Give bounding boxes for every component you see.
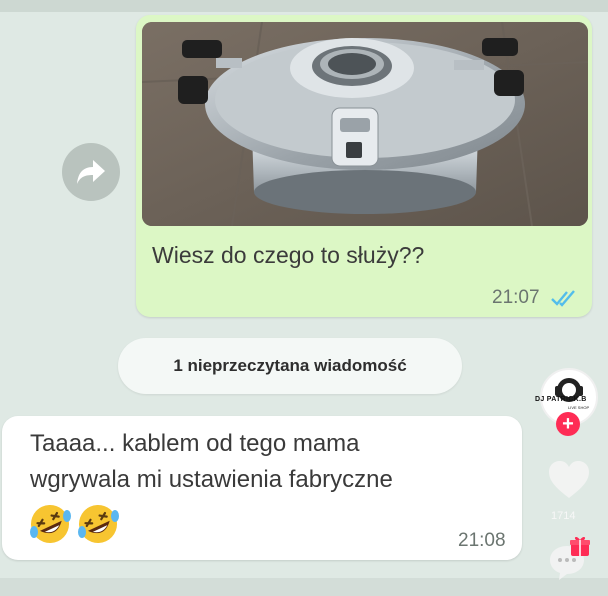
like-count: 1714 bbox=[551, 510, 576, 522]
incoming-message-line-1: Taaaa... kablem od tego mama bbox=[30, 430, 360, 457]
incoming-timestamp: 21:08 bbox=[458, 530, 506, 551]
profile-subtitle: LIVE SHOP bbox=[568, 405, 590, 410]
rolling-on-floor-laughing-icon bbox=[78, 505, 120, 543]
follow-button[interactable]: + bbox=[556, 412, 580, 436]
forward-button[interactable] bbox=[62, 143, 120, 201]
incoming-message-line-2: wgrywala mi ustawienia fabryczne bbox=[30, 466, 393, 493]
unread-messages-banner: 1 nieprzeczytana wiadomość bbox=[118, 338, 462, 394]
top-edge bbox=[0, 0, 608, 12]
double-check-icon bbox=[551, 290, 575, 307]
message-photo[interactable] bbox=[142, 22, 588, 226]
rolling-on-floor-laughing-icon bbox=[30, 505, 71, 543]
forward-arrow-icon bbox=[77, 160, 105, 184]
outgoing-timestamp: 21:07 bbox=[492, 287, 540, 308]
pot-image bbox=[142, 22, 588, 226]
emoji-row bbox=[28, 502, 120, 546]
heart-icon[interactable] bbox=[548, 460, 590, 500]
outgoing-message-text: Wiesz do czego to służy?? bbox=[152, 242, 425, 268]
gift-icon[interactable] bbox=[568, 534, 592, 558]
profile-name: DJ PATRICK.B bbox=[535, 396, 587, 403]
bottom-edge bbox=[0, 578, 608, 596]
